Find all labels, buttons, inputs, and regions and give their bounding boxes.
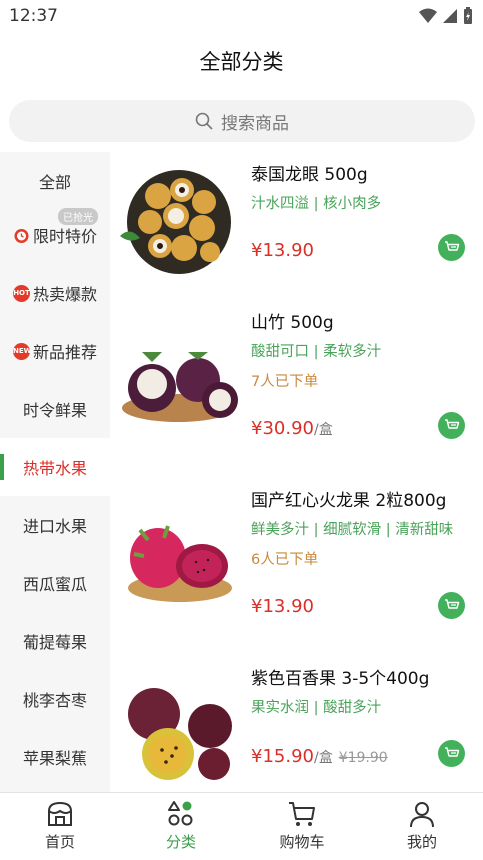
shop-home-icon	[48, 801, 72, 826]
product-list: 泰国龙眼 500g 汁水四溢 | 核小肉多 ¥13.90 山竹 500g 酸甜可…	[110, 152, 483, 792]
passion-fruit-image[interactable]	[118, 674, 240, 784]
sidebar-item-hot[interactable]: HOT 热卖爆款	[0, 264, 110, 322]
sidebar-item-tropical[interactable]: 热带水果	[0, 438, 110, 496]
product-name: 紫色百香果 3-5个400g	[251, 669, 430, 689]
product-name: 国产红心火龙果 2粒800g	[251, 491, 447, 511]
sold-count: 6人已下单	[251, 552, 319, 568]
price-unit: /盒	[313, 750, 333, 766]
sidebar-item-label: 桃李杏枣	[22, 691, 87, 710]
signal-icon	[443, 9, 457, 23]
search-icon	[195, 112, 213, 130]
status-time: 12:37	[9, 6, 58, 26]
bottom-tab-bar: 首页 分类 购物车 我的	[0, 792, 483, 860]
tab-label: 首页	[44, 833, 75, 851]
sold-count: 7人已下单	[251, 374, 319, 390]
wifi-icon	[419, 8, 437, 23]
alarm-clock-icon	[14, 228, 29, 243]
original-price: ¥19.90	[338, 750, 388, 766]
hot-fire-icon: HOT	[12, 284, 30, 302]
price-unit: /盒	[313, 422, 333, 438]
sidebar-item-label: 葡提莓果	[22, 633, 87, 652]
tab-category[interactable]: 分类	[141, 793, 221, 860]
user-icon	[410, 802, 434, 828]
tab-home[interactable]: 首页	[20, 793, 100, 860]
sidebar-item-label: 时令鲜果	[22, 401, 87, 420]
add-to-cart-button[interactable]	[438, 412, 465, 439]
product-price: ¥13.90	[251, 240, 314, 261]
cart-icon	[289, 802, 315, 826]
search-input[interactable]: 搜索商品	[9, 100, 475, 142]
sidebar-item-label: 热带水果	[22, 459, 87, 478]
sidebar-item-label: 进口水果	[22, 517, 87, 536]
tab-profile[interactable]: 我的	[382, 793, 462, 860]
product-tags: 酸甜可口 | 柔软多汁	[251, 344, 382, 360]
category-sidebar: 全部 已抢光 限时特价 HOT 热卖爆款 NEW 新品推荐 时令鲜果 热带水果 …	[0, 152, 110, 792]
product-name: 山竹 500g	[251, 313, 334, 333]
sidebar-item-label: 苹果梨蕉	[22, 749, 87, 768]
new-badge-icon: NEW	[12, 342, 31, 360]
product-price: ¥15.90/盒 ¥19.90	[251, 746, 388, 767]
sidebar-item-label: 热卖爆款	[32, 285, 97, 304]
product-tags: 鲜美多汁 | 细腻软滑 | 清新甜味	[251, 522, 454, 538]
sidebar-item-label: 新品推荐	[32, 343, 97, 362]
product-card[interactable]: 泰国龙眼 500g 汁水四溢 | 核小肉多 ¥13.90	[110, 152, 483, 322]
sidebar-item-label: 西瓜蜜瓜	[22, 575, 87, 594]
add-to-cart-button[interactable]	[438, 592, 465, 619]
category-icon	[168, 801, 193, 826]
price-value: ¥13.90	[251, 240, 314, 261]
add-to-cart-button[interactable]	[438, 740, 465, 767]
sidebar-item-melons[interactable]: 西瓜蜜瓜	[0, 554, 110, 612]
product-name: 泰国龙眼 500g	[251, 165, 368, 185]
product-tags: 果实水润 | 酸甜多汁	[251, 700, 382, 716]
product-card[interactable]: 山竹 500g 酸甜可口 | 柔软多汁 7人已下单 ¥30.90/盒	[110, 304, 483, 474]
dragon-fruit-image[interactable]	[118, 500, 240, 610]
search-placeholder: 搜索商品	[221, 113, 289, 134]
product-price: ¥30.90/盒	[251, 418, 333, 439]
price-value: ¥30.90	[251, 418, 314, 439]
sidebar-item-seasonal[interactable]: 时令鲜果	[0, 380, 110, 438]
tab-label: 我的	[406, 833, 437, 851]
sidebar-item-apples-pears[interactable]: 苹果梨蕉	[0, 728, 110, 786]
product-tags: 汁水四溢 | 核小肉多	[251, 196, 382, 212]
cart-icon	[444, 746, 459, 757]
longan-image[interactable]	[118, 166, 240, 276]
sidebar-item-flash-sale[interactable]: 已抢光 限时特价	[0, 206, 110, 264]
tab-label: 购物车	[279, 833, 325, 851]
status-bar: 12:37	[0, 0, 483, 34]
sidebar-item-imported[interactable]: 进口水果	[0, 496, 110, 554]
battery-icon	[464, 7, 472, 24]
cart-icon	[444, 240, 459, 251]
page-title: 全部分类	[199, 50, 284, 74]
sidebar-item-all[interactable]: 全部	[0, 152, 110, 210]
price-value: ¥15.90	[251, 746, 314, 767]
sidebar-item-label: 全部	[38, 173, 71, 192]
cart-icon	[444, 418, 459, 429]
product-card[interactable]: 国产红心火龙果 2粒800g 鲜美多汁 | 细腻软滑 | 清新甜味 6人已下单 …	[110, 482, 483, 652]
add-to-cart-button[interactable]	[438, 234, 465, 261]
sidebar-item-label: 限时特价	[32, 227, 97, 246]
price-value: ¥13.90	[251, 596, 314, 617]
status-icons	[419, 7, 473, 25]
sidebar-item-grapes-berries[interactable]: 葡提莓果	[0, 612, 110, 670]
tab-cart[interactable]: 购物车	[262, 793, 342, 860]
product-price: ¥13.90	[251, 596, 314, 617]
sidebar-item-stone-fruits[interactable]: 桃李杏枣	[0, 670, 110, 728]
mangosteen-image[interactable]	[118, 324, 240, 434]
sidebar-item-new[interactable]: NEW 新品推荐	[0, 322, 110, 380]
cart-icon	[444, 598, 459, 609]
sold-out-tag: 已抢光	[58, 208, 98, 225]
tab-label: 分类	[165, 833, 196, 851]
